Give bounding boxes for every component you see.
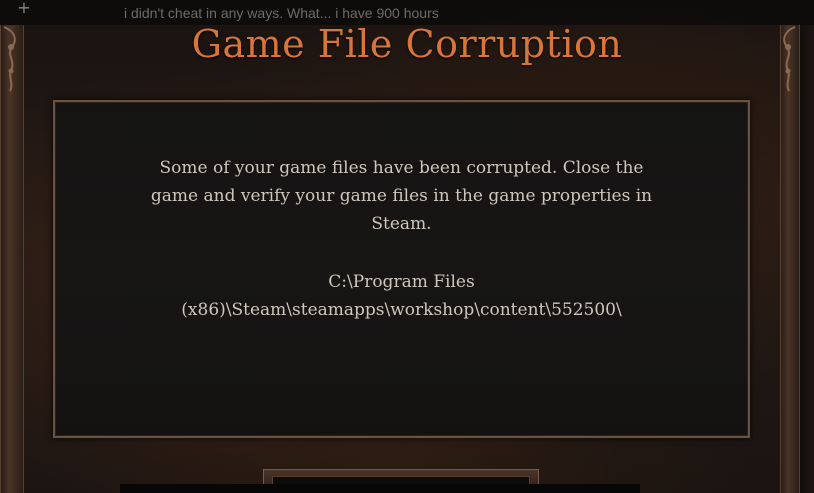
dialog-title: Game File Corruption — [191, 22, 623, 66]
error-message: Some of your game files have been corrup… — [150, 158, 653, 234]
right-frame-border — [780, 25, 800, 493]
corrupted-file-path: C:\Program Files (x86)\Steam\steamapps\w… — [181, 272, 622, 320]
game-screen: + i didn't cheat in any ways. What... i … — [0, 0, 814, 493]
plus-icon[interactable]: + — [16, 0, 32, 16]
right-edge-strip — [800, 25, 814, 493]
bottom-taskbar-strip — [120, 484, 640, 493]
left-frame-border — [0, 25, 24, 493]
error-dialog-panel: Some of your game files have been corrup… — [53, 100, 750, 438]
chat-message: i didn't cheat in any ways. What... i ha… — [124, 5, 439, 21]
